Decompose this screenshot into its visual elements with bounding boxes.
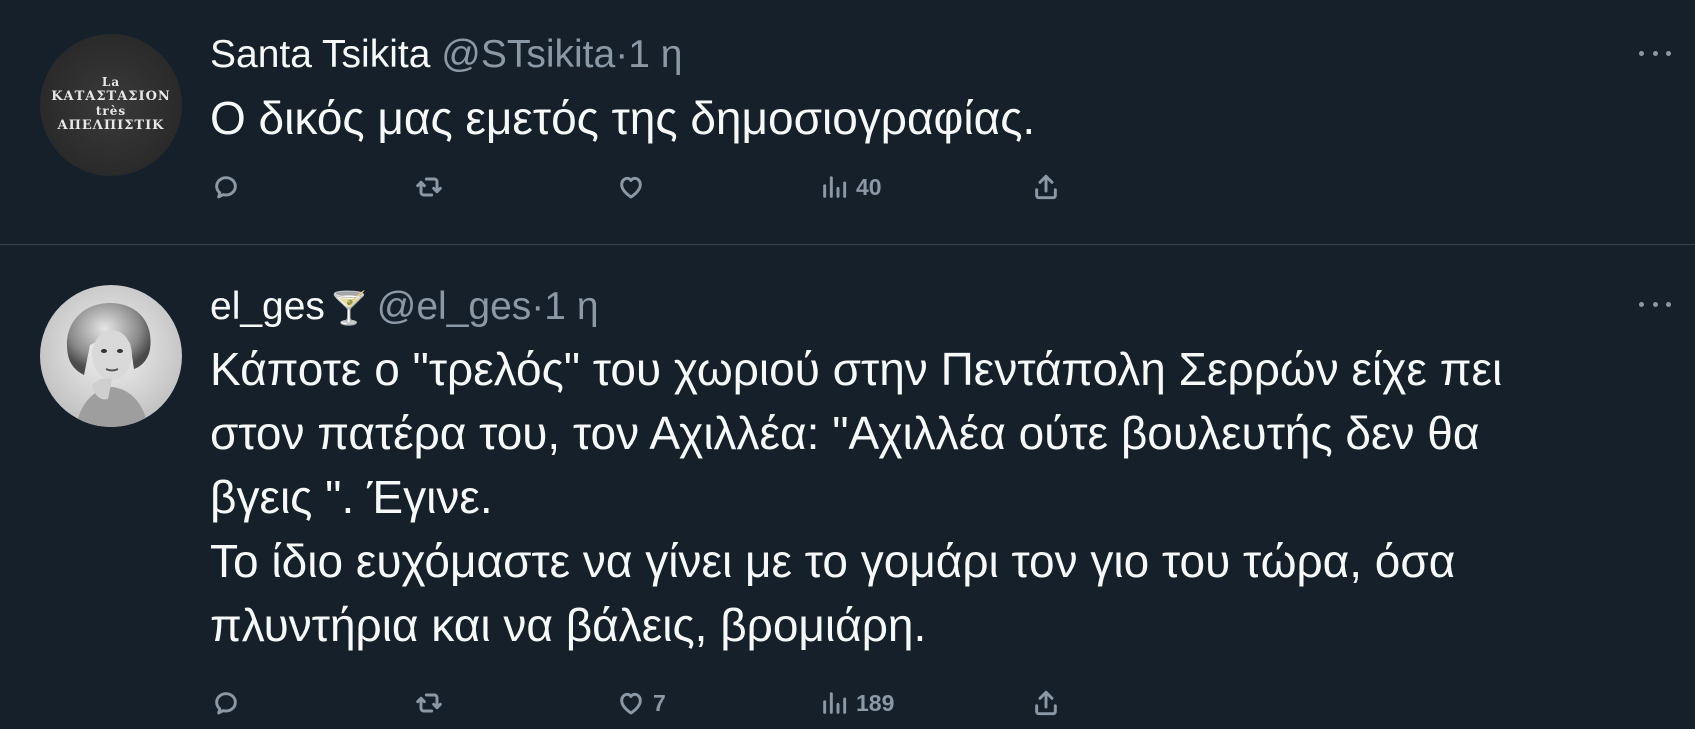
reply-icon bbox=[215, 176, 237, 199]
retweet-icon bbox=[416, 693, 442, 713]
avatar[interactable] bbox=[40, 285, 182, 427]
handle[interactable]: @el_ges bbox=[377, 285, 532, 328]
tweet[interactable]: La ΚΑΤΑΣΤΑΣΙΟΝ très ΑΠΕΛΠΙΣΤΙΚ Santa Tsi… bbox=[0, 0, 1695, 245]
views-icon bbox=[823, 692, 847, 714]
like-count: 7 bbox=[653, 689, 666, 716]
separator: · bbox=[615, 33, 629, 76]
avatar-sign-text: très bbox=[95, 104, 127, 118]
avatar-sign-text: ΑΠΕΛΠΙΣΤΙΚ bbox=[57, 117, 165, 133]
tweet-text: Ο δικός μας εμετός της δημοσιογραφίας. bbox=[210, 86, 1680, 150]
tweet-text-line: Ο δικός μας εμετός της δημοσιογραφίας. bbox=[210, 92, 1036, 144]
retweet-button[interactable] bbox=[413, 167, 451, 207]
more-icon[interactable] bbox=[1639, 48, 1671, 58]
share-icon bbox=[1035, 174, 1057, 200]
tweet-header: Santa Tsikita @STsikita·1 η bbox=[210, 31, 682, 79]
avatar-sign-text: ΚΑΤΑΣΤΑΣΙΟΝ bbox=[51, 89, 171, 105]
tweet-text-line: βγεις ". Έγινε. bbox=[210, 471, 493, 523]
tweet[interactable]: el_ges 🍸 @el_ges·1 η Κάποτε ο "τρελός" του… bbox=[0, 245, 1695, 729]
reply-button[interactable] bbox=[210, 683, 248, 723]
heart-icon bbox=[620, 176, 642, 199]
tweet-text: Κάποτε ο "τρελός" του χωριού στην Πεντάπ… bbox=[210, 337, 1680, 657]
views-count: 40 bbox=[856, 173, 882, 200]
like-button[interactable]: 7 bbox=[615, 683, 666, 723]
display-name[interactable]: el_ges bbox=[210, 285, 325, 328]
avatar-photo bbox=[40, 285, 182, 427]
tweet-text-line: Το ίδιο ευχόμαστε να γίνει με το γομάρι … bbox=[210, 535, 1456, 587]
timestamp[interactable]: 1 η bbox=[628, 33, 682, 76]
heart-icon bbox=[620, 692, 642, 715]
tweet-text-line: πλυντήρια και να βάλεις, βρομιάρη. bbox=[210, 599, 927, 651]
avatar[interactable]: La ΚΑΤΑΣΤΑΣΙΟΝ très ΑΠΕΛΠΙΣΤΙΚ bbox=[40, 34, 182, 176]
retweet-button[interactable] bbox=[413, 683, 451, 723]
tweet-text-line: στον πατέρα του, τον Αχιλλέα: "Αχιλλέα ο… bbox=[210, 407, 1480, 459]
reply-button[interactable] bbox=[210, 167, 248, 207]
tweet-text-line: Κάποτε ο "τρελός" του χωριού στην Πεντάπ… bbox=[210, 343, 1503, 395]
display-name[interactable]: Santa Tsikita bbox=[210, 33, 430, 76]
like-button[interactable] bbox=[615, 167, 653, 207]
share-button[interactable] bbox=[1030, 167, 1062, 207]
views-count: 189 bbox=[856, 689, 895, 716]
separator: · bbox=[531, 285, 545, 328]
timestamp[interactable]: 1 η bbox=[544, 285, 598, 328]
avatar-sign-text: La bbox=[101, 75, 121, 90]
share-button[interactable] bbox=[1030, 683, 1062, 723]
views-button[interactable]: 40 bbox=[818, 167, 882, 207]
views-button[interactable]: 189 bbox=[818, 683, 894, 723]
cocktail-emoji: 🍸 bbox=[328, 290, 369, 326]
reply-icon bbox=[215, 692, 237, 715]
retweet-icon bbox=[416, 177, 442, 197]
views-icon bbox=[823, 176, 847, 198]
handle[interactable]: @STsikita bbox=[441, 33, 615, 76]
tweet-header: el_ges 🍸 @el_ges·1 η bbox=[210, 283, 599, 332]
more-icon[interactable] bbox=[1639, 299, 1671, 309]
share-icon bbox=[1035, 690, 1057, 716]
